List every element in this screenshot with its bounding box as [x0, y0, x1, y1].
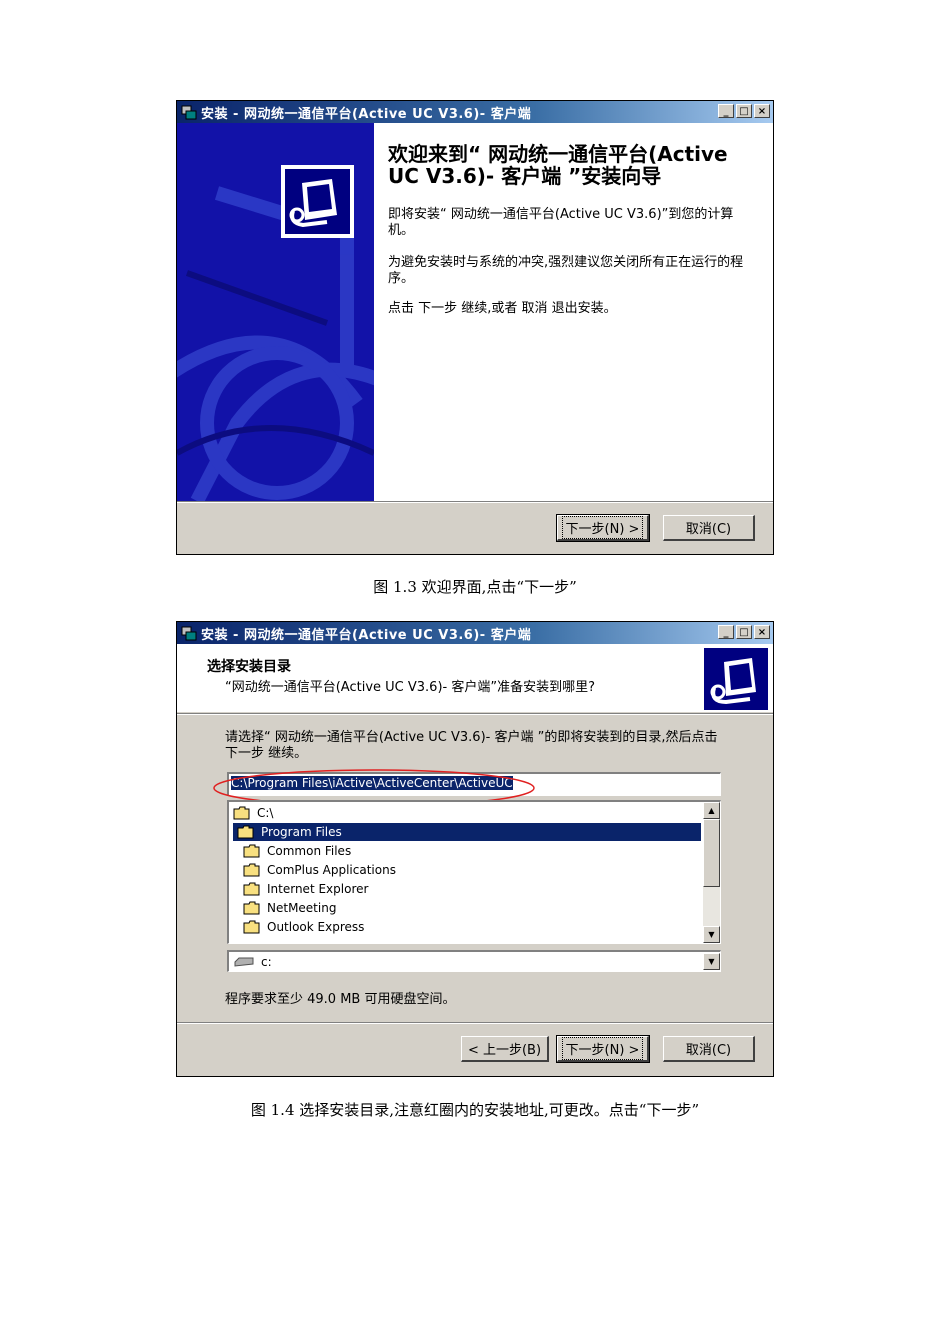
cancel-button-label: 取消(C) [685, 522, 732, 537]
welcome-para-next: 点击 下一步 继续,或者 取消 退出安装。 [388, 301, 617, 316]
dropdown-arrow-icon[interactable]: ▼ [703, 953, 720, 970]
figure-caption-1: 图 1.3 欢迎界面,点击“下一步” [373, 578, 577, 596]
folder-icon [243, 844, 260, 858]
folder-icon [243, 863, 260, 877]
folder-label: Outlook Express [267, 920, 365, 934]
window-title: 安装 - 网动统一通信平台(Active UC V3.6)- 客户端 [201, 106, 532, 122]
space-required-text: 程序要求至少 49.0 MB 可用硬盘空间。 [225, 992, 456, 1007]
drive-select[interactable]: c: ▼ [227, 950, 721, 972]
folder-tree[interactable]: C:\ Program Files Common Files ComPlus A… [227, 800, 721, 944]
folder-icon [243, 901, 260, 915]
scroll-down-icon[interactable]: ▼ [703, 926, 720, 943]
maximize-button[interactable]: □ [736, 625, 752, 639]
close-button[interactable]: × [754, 104, 770, 118]
back-button-label: < 上一步(B) [467, 1043, 542, 1058]
wizard-banner-image [177, 123, 374, 501]
folder-item[interactable]: Outlook Express [243, 918, 364, 936]
folder-icon [243, 920, 260, 934]
page-subtitle: “网动统一通信平台(Active UC V3.6)- 客户端”准备安装到哪里? [225, 680, 595, 695]
folder-label: ComPlus Applications [267, 863, 396, 877]
next-button[interactable]: 下一步(N) > [556, 514, 650, 542]
cancel-button[interactable]: 取消(C) [663, 515, 755, 541]
divider [177, 1022, 773, 1024]
vertical-scrollbar[interactable]: ▲ ▼ [703, 802, 720, 943]
wizard-header: 选择安装目录 “网动统一通信平台(Active UC V3.6)- 客户端”准备… [177, 644, 773, 712]
next-button-label: 下一步(N) > [561, 516, 644, 539]
divider [177, 501, 773, 503]
drive-value: c: [261, 954, 272, 969]
cancel-button[interactable]: 取消(C) [663, 1036, 755, 1062]
folder-label: Common Files [267, 844, 352, 858]
setup-icon [181, 626, 197, 641]
folder-label: Internet Explorer [267, 882, 369, 896]
open-folder-icon [233, 806, 250, 820]
next-button-label: 下一步(N) > [561, 1037, 644, 1060]
directory-prompt: 请选择“ 网动统一通信平台(Active UC V3.6)- 客户端 ”的即将安… [225, 730, 718, 761]
folder-item[interactable]: NetMeeting [243, 899, 336, 917]
folder-item[interactable]: Program Files [233, 823, 701, 841]
installer-logo-icon [704, 648, 768, 710]
window-title: 安装 - 网动统一通信平台(Active UC V3.6)- 客户端 [201, 627, 532, 643]
scroll-thumb[interactable] [703, 819, 720, 887]
welcome-para-conflict: 为避免安装时与系统的冲突,强烈建议您关闭所有正在运行的程序。 [388, 255, 744, 286]
divider [177, 713, 773, 715]
scroll-up-icon[interactable]: ▲ [703, 802, 720, 819]
back-button[interactable]: < 上一步(B) [461, 1036, 549, 1062]
close-button[interactable]: × [754, 625, 770, 639]
folder-item[interactable]: C:\ [233, 804, 273, 822]
titlebar: 安装 - 网动统一通信平台(Active UC V3.6)- 客户端 _ □ × [177, 101, 773, 123]
minimize-button[interactable]: _ [718, 104, 734, 118]
cancel-button-label: 取消(C) [685, 1043, 732, 1058]
folder-item[interactable]: Internet Explorer [243, 880, 368, 898]
folder-label: C:\ [257, 806, 274, 820]
welcome-para-install: 即将安装“ 网动统一通信平台(Active UC V3.6)”到您的计算机。 [388, 207, 734, 238]
figure-caption-2: 图 1.4 选择安装目录,注意红圈内的安装地址,可更改。点击“下一步” [250, 1101, 700, 1119]
folder-label: Program Files [261, 825, 342, 839]
select-directory-window: 安装 - 网动统一通信平台(Active UC V3.6)- 客户端 _ □ ×… [176, 621, 774, 1077]
folder-item[interactable]: Common Files [243, 842, 351, 860]
titlebar: 安装 - 网动统一通信平台(Active UC V3.6)- 客户端 _ □ × [177, 622, 773, 644]
welcome-window: 安装 - 网动统一通信平台(Active UC V3.6)- 客户端 _ □ × [176, 100, 774, 555]
folder-item[interactable]: ComPlus Applications [243, 861, 396, 879]
welcome-heading: 欢迎来到“ 网动统一通信平台(Active UC V3.6)- 客户端 ”安装向… [388, 142, 728, 188]
welcome-content: 欢迎来到“ 网动统一通信平台(Active UC V3.6)- 客户端 ”安装向… [374, 123, 773, 501]
minimize-button[interactable]: _ [718, 625, 734, 639]
drive-icon [234, 957, 254, 967]
setup-icon [181, 105, 197, 120]
page-title: 选择安装目录 [207, 659, 291, 675]
folder-label: NetMeeting [267, 901, 337, 915]
folder-icon [243, 882, 260, 896]
open-folder-icon [237, 825, 254, 839]
next-button[interactable]: 下一步(N) > [556, 1035, 650, 1063]
maximize-button[interactable]: □ [736, 104, 752, 118]
